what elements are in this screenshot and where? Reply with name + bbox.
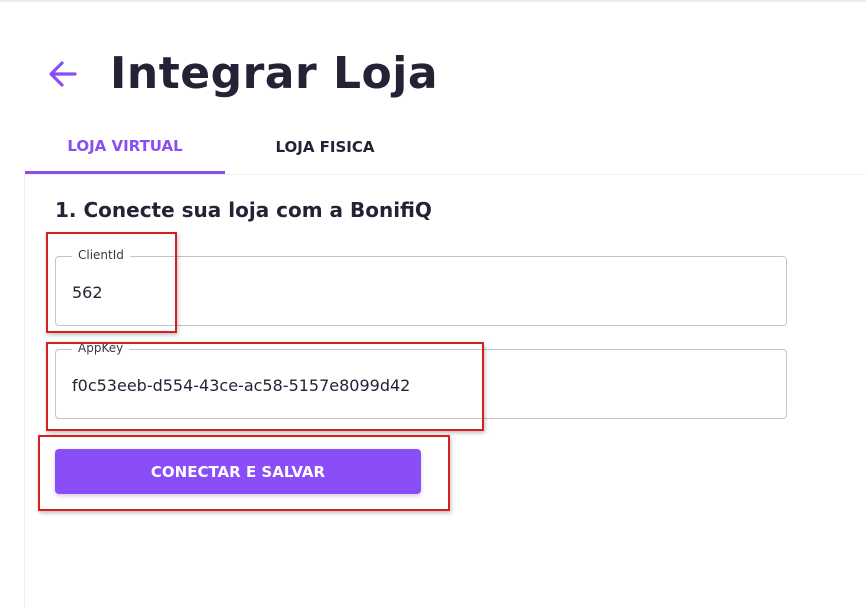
page-header: Integrar Loja: [46, 48, 438, 100]
tab-loja-fisica[interactable]: LOJA FISICA: [225, 120, 425, 174]
section-title: 1. Conecte sua loja com a BonifiQ: [55, 198, 432, 222]
client-id-input[interactable]: [72, 277, 762, 307]
client-id-field[interactable]: ClientId: [55, 248, 787, 326]
app-key-label: AppKey: [72, 341, 130, 355]
app-key-field[interactable]: AppKey: [55, 341, 787, 419]
page-title: Integrar Loja: [110, 48, 439, 99]
tab-loja-virtual[interactable]: LOJA VIRTUAL: [25, 120, 225, 174]
arrow-left-icon: [49, 61, 77, 87]
client-id-label: ClientId: [72, 248, 130, 262]
tab-bar: LOJA VIRTUAL LOJA FISICA: [25, 120, 866, 175]
app-key-input[interactable]: [72, 370, 762, 400]
top-divider: [0, 0, 866, 2]
connect-and-save-button[interactable]: CONECTAR E SALVAR: [55, 449, 421, 494]
content-left-border: [24, 174, 25, 608]
back-button[interactable]: [46, 57, 80, 91]
